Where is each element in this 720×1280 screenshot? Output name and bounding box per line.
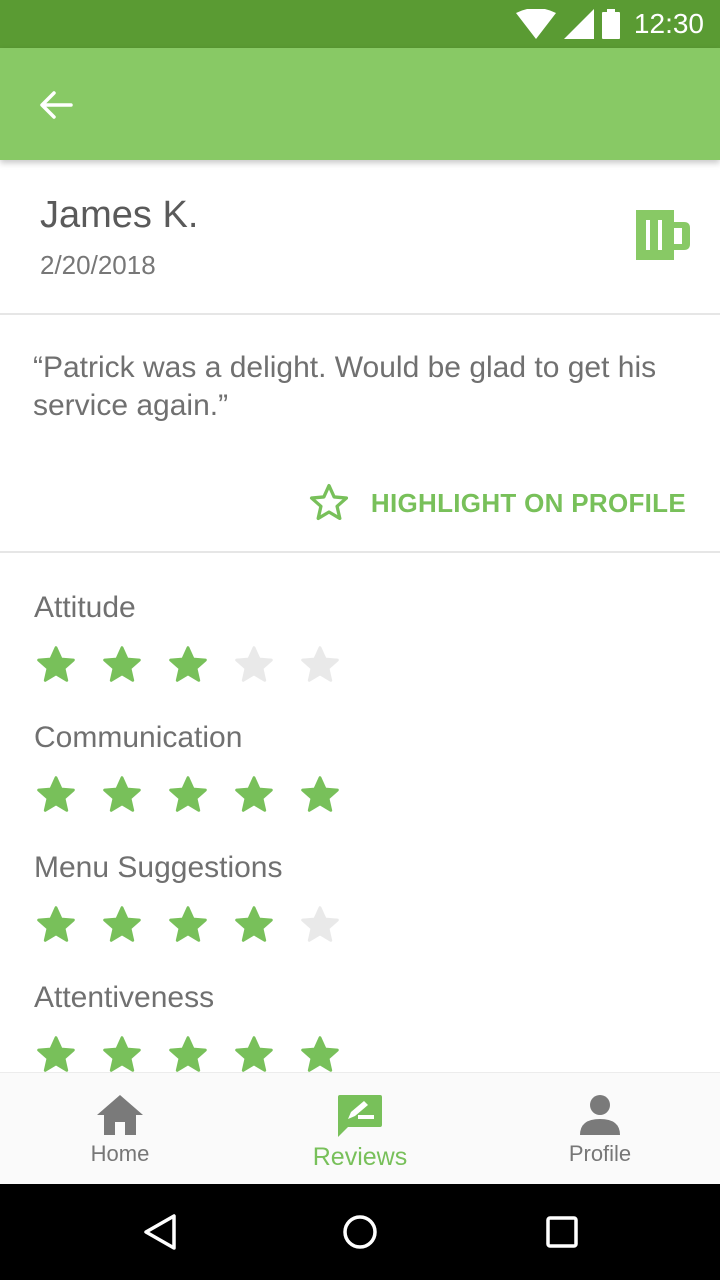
review-comment: “Patrick was a delight. Would be glad to… — [33, 351, 657, 422]
back-button[interactable] — [30, 80, 80, 130]
arrow-back-icon — [40, 91, 73, 119]
highlight-on-profile-button[interactable]: HIGHLIGHT ON PROFILE — [307, 473, 686, 533]
status-icons: 12:30 — [515, 0, 704, 48]
system-recents-button[interactable] — [538, 1208, 586, 1256]
profile-icon — [580, 1095, 620, 1135]
star-filled-icon — [103, 906, 141, 942]
nav-label-home: Home — [90, 1141, 150, 1166]
circle-home-icon — [343, 1215, 377, 1249]
home-icon — [97, 1095, 143, 1135]
rating-label: Communication — [34, 721, 243, 754]
star-filled-icon — [37, 776, 75, 812]
status-time: 12:30 — [633, 8, 704, 39]
square-recents-icon — [546, 1216, 578, 1248]
star-filled-icon — [235, 906, 273, 942]
triangle-back-icon — [144, 1214, 176, 1250]
highlight-label: HIGHLIGHT ON PROFILE — [370, 487, 686, 518]
star-rating — [34, 903, 342, 947]
star-empty-icon — [301, 646, 339, 682]
reviews-icon — [338, 1095, 382, 1137]
star-filled-icon — [169, 776, 207, 812]
rating-label: Attentiveness — [34, 981, 215, 1014]
system-back-button[interactable] — [136, 1208, 184, 1256]
star-empty-icon — [301, 906, 339, 942]
nav-home[interactable]: Home — [0, 1073, 240, 1185]
cell-signal-icon — [563, 9, 594, 39]
nav-label-profile: Profile — [568, 1141, 632, 1166]
rating-attitude: Attitude — [0, 591, 720, 721]
battery-icon — [601, 9, 620, 39]
system-home-button[interactable] — [336, 1208, 384, 1256]
star-filled-icon — [169, 906, 207, 942]
reviewer-name: James K. — [40, 194, 199, 236]
rating-label: Attitude — [34, 591, 136, 624]
review-detail[interactable]: James K. 2/20/2018 “Patrick was a deligh… — [0, 160, 720, 1072]
star-filled-icon — [235, 776, 273, 812]
star-rating — [34, 1033, 342, 1072]
star-filled-icon — [103, 1036, 141, 1072]
star-filled-icon — [103, 776, 141, 812]
beer-mug-icon — [636, 210, 690, 260]
star-filled-icon — [301, 776, 339, 812]
star-filled-icon — [37, 906, 75, 942]
rating-label: Menu Suggestions — [34, 851, 283, 884]
star-filled-icon — [235, 1036, 273, 1072]
nav-label-reviews: Reviews — [312, 1143, 408, 1171]
star-rating — [34, 643, 342, 687]
app-bar — [0, 48, 720, 160]
star-filled-icon — [103, 646, 141, 682]
nav-profile[interactable]: Profile — [480, 1073, 720, 1185]
star-rating — [34, 773, 342, 817]
star-filled-icon — [301, 1036, 339, 1072]
star-filled-icon — [37, 646, 75, 682]
ratings-list: Attitude Communication Menu Suggestions … — [0, 553, 720, 1072]
star-filled-icon — [37, 1036, 75, 1072]
status-bar: 12:30 — [0, 0, 720, 48]
star-outline-icon — [309, 483, 348, 521]
reviewer-header: James K. 2/20/2018 — [0, 160, 720, 315]
bottom-navigation: Home Reviews Profile — [0, 1072, 720, 1185]
star-filled-icon — [169, 1036, 207, 1072]
rating-attentiveness: Attentiveness — [0, 981, 720, 1072]
star-filled-icon — [169, 646, 207, 682]
nav-reviews[interactable]: Reviews — [240, 1073, 480, 1185]
system-navigation-bar — [0, 1184, 720, 1280]
comment-section: “Patrick was a delight. Would be glad to… — [0, 315, 720, 553]
wifi-icon — [515, 9, 556, 39]
review-date: 2/20/2018 — [40, 250, 156, 280]
rating-communication: Communication — [0, 721, 720, 851]
rating-menu-suggestions: Menu Suggestions — [0, 851, 720, 981]
star-empty-icon — [235, 646, 273, 682]
